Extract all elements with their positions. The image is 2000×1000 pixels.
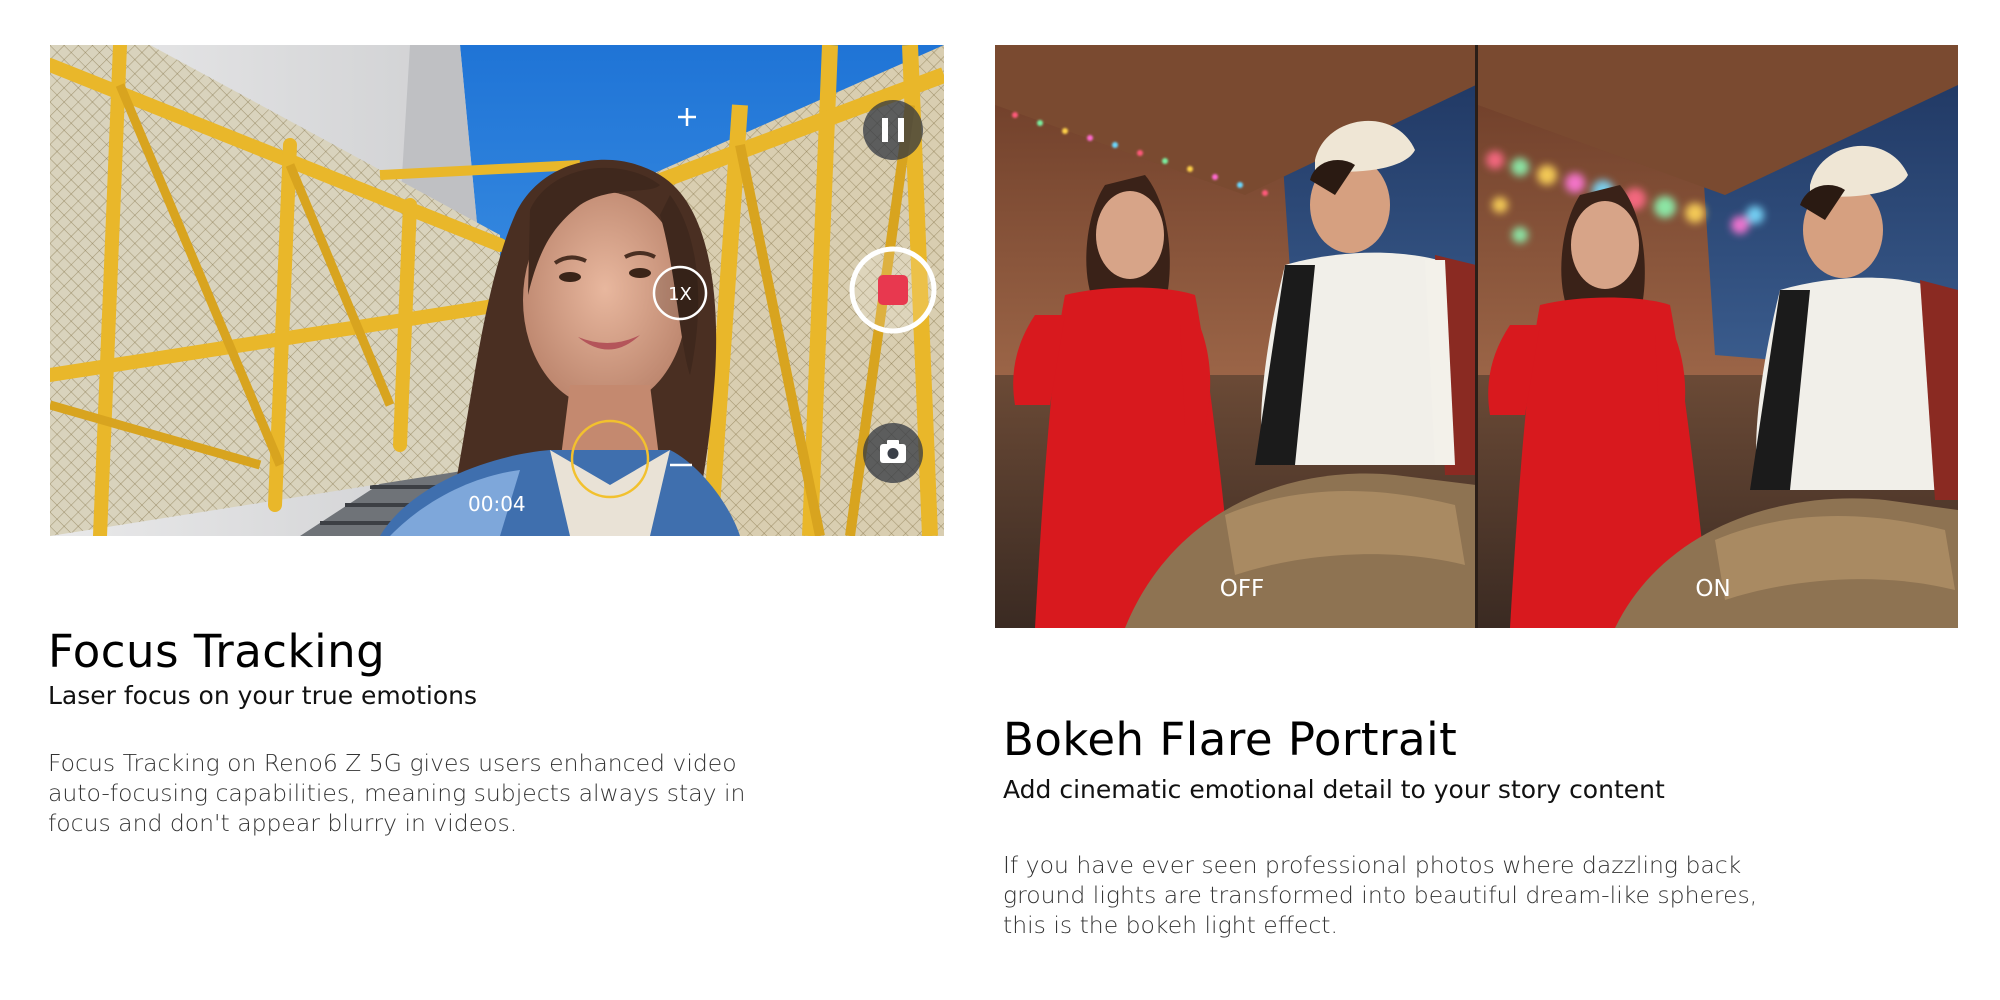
bokeh-flare-description: If you have ever seen professional photo… (1003, 850, 1803, 940)
camera-viewfinder: 1X 00:04 (50, 45, 944, 536)
bokeh-flare-title: Bokeh Flare Portrait (1003, 713, 1458, 766)
focus-tracking-description: Focus Tracking on Reno6 Z 5G gives users… (48, 748, 768, 838)
stop-icon (878, 275, 908, 305)
bokeh-flare-subtitle: Add cinematic emotional detail to your s… (1003, 775, 1665, 804)
focus-tracking-title: Focus Tracking (48, 625, 386, 678)
snapshot-button[interactable] (863, 423, 923, 483)
record-stop-button[interactable] (849, 246, 937, 334)
comparison-divider (1475, 45, 1478, 628)
bokeh-comparison-photo: OFF ON (995, 45, 1958, 628)
focus-tracking-subtitle: Laser focus on your true emotions (48, 681, 477, 710)
bokeh-on-label: ON (1695, 576, 1730, 602)
zoom-level-label: 1X (668, 284, 692, 305)
bokeh-comparison: OFF ON (995, 45, 1958, 628)
description-line: If you have ever seen professional photo… (1003, 851, 1742, 879)
description-line: this is the bokeh light effect. (1003, 911, 1338, 939)
bokeh-on-half (1478, 45, 1958, 628)
focus-tracking-photo: 1X 00:04 (50, 45, 944, 536)
description-line: Focus Tracking on Reno6 Z 5G gives users… (48, 749, 737, 777)
zoom-level-button[interactable]: 1X (652, 265, 708, 321)
bokeh-off-half (995, 45, 1476, 628)
description-line: ground lights are transformed into beaut… (1003, 881, 1758, 909)
bokeh-off-label: OFF (1220, 576, 1265, 602)
recording-timer: 00:04 (468, 492, 526, 516)
pause-button[interactable] (863, 100, 923, 160)
description-line: auto-focusing capabilities, meaning subj… (48, 779, 746, 807)
pause-icon (882, 118, 888, 142)
description-line: focus and don't appear blurry in videos. (48, 809, 518, 837)
